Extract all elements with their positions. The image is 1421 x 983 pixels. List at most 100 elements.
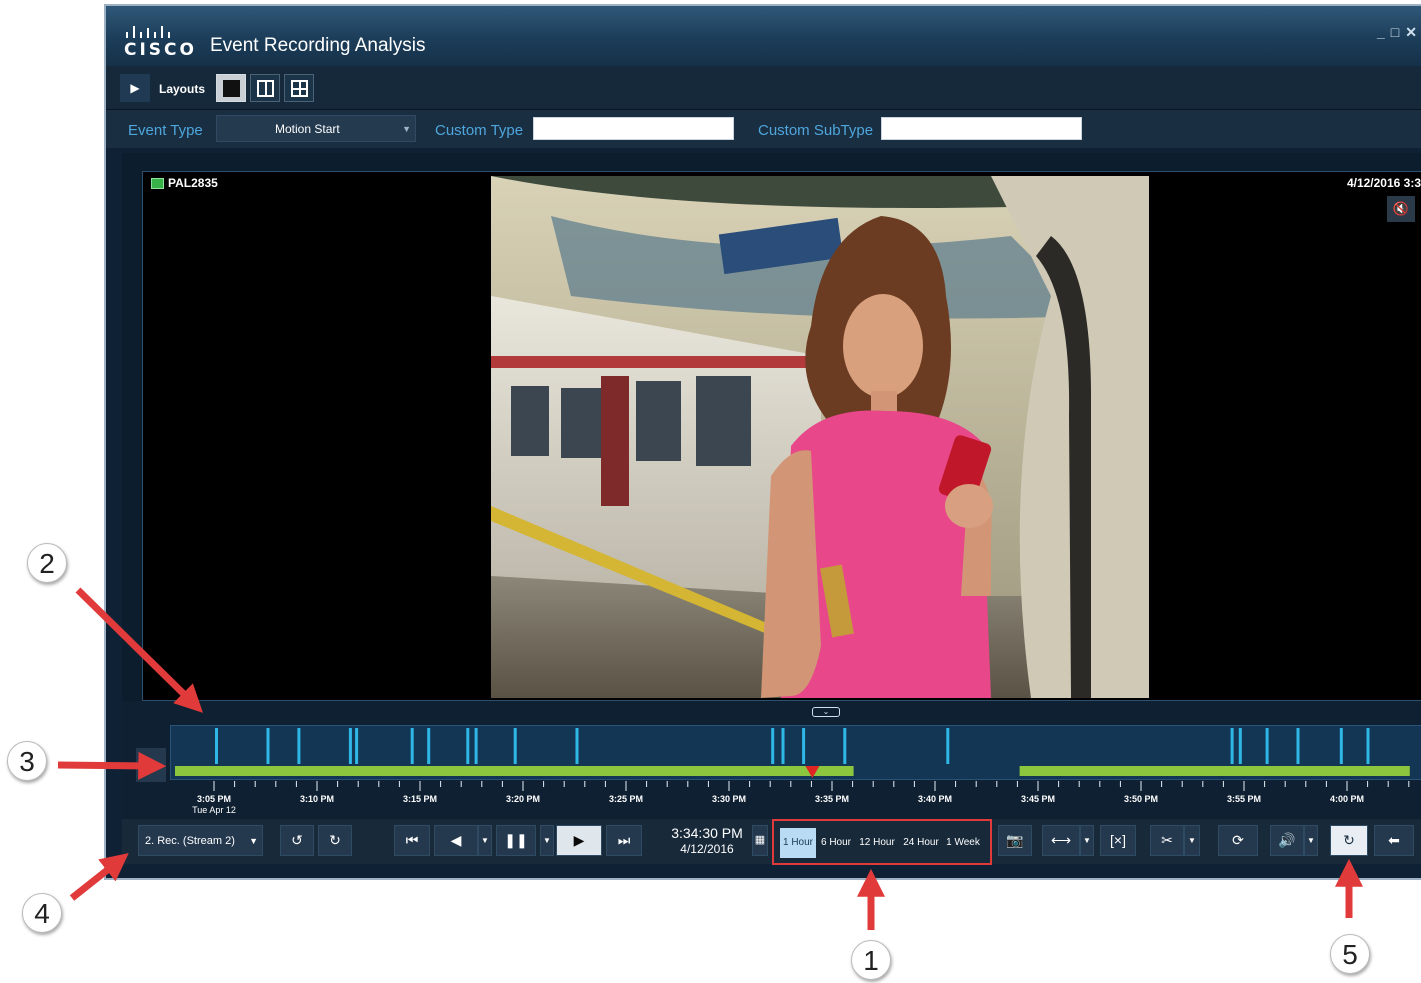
event-marker[interactable] — [1339, 728, 1343, 764]
tick-label: 3:35 PM — [814, 794, 849, 804]
speaker-icon: 🔊 — [1278, 832, 1296, 848]
span-6-hour[interactable]: 6 Hour — [818, 828, 854, 858]
tick-label: 3:20 PM — [505, 794, 540, 804]
clip-button[interactable]: ✂ — [1150, 825, 1184, 856]
tick-label: 3:30 PM — [711, 794, 746, 804]
span-24-hour[interactable]: 24 Hour — [900, 828, 942, 858]
timeline-scroll-left-button[interactable] — [136, 748, 166, 782]
title-bar: CISCO Event Recording Analysis _ □ ✕ — [106, 6, 1421, 66]
event-marker[interactable] — [266, 728, 270, 764]
play-button[interactable]: ▶ — [556, 825, 602, 856]
event-marker[interactable] — [1230, 728, 1234, 764]
video-tile[interactable]: PAL2835 4/12/2016 3:3 🔇 — [142, 171, 1421, 701]
event-marker[interactable] — [355, 728, 359, 764]
clear-selection-button[interactable]: [×] — [1100, 825, 1136, 856]
four-pane-icon — [291, 80, 308, 97]
custom-type-field[interactable] — [533, 117, 734, 140]
event-marker[interactable] — [427, 728, 431, 764]
event-marker[interactable] — [771, 728, 775, 764]
snapshot-button[interactable]: 📷 — [998, 825, 1032, 856]
event-marker[interactable] — [1238, 728, 1242, 764]
skip-back-30-button[interactable]: ↺ — [280, 825, 314, 856]
stream-dropdown[interactable]: 2. Rec. (Stream 2) ▼ — [138, 825, 263, 856]
pause-button[interactable]: ❚❚ — [496, 825, 536, 856]
timeline-date-label: Tue Apr 12 — [192, 805, 236, 815]
span-1-hour[interactable]: 1 Hour — [780, 828, 816, 858]
clock-time: 3:34:30 PM — [671, 825, 743, 841]
volume-button[interactable]: 🔊 — [1270, 825, 1304, 856]
span-12-hour[interactable]: 12 Hour — [856, 828, 898, 858]
event-marker[interactable] — [215, 728, 218, 764]
event-marker[interactable] — [348, 728, 352, 764]
event-marker[interactable] — [1296, 728, 1300, 764]
calendar-icon: ▦ — [754, 834, 766, 846]
back-button[interactable]: ⬅ — [1374, 825, 1414, 856]
span-1-week[interactable]: 1 Week — [944, 828, 982, 858]
camera-name: PAL2835 — [168, 176, 218, 190]
playback-clock: 3:34:30 PM 4/12/2016 — [662, 825, 752, 857]
event-marker[interactable] — [802, 728, 806, 764]
calendar-button[interactable]: ▦ — [752, 825, 768, 856]
speaker-muted-icon: 🔇 — [1392, 201, 1410, 216]
go-to-end-button[interactable]: ⏭ — [606, 825, 642, 856]
collapse-timeline-button[interactable]: ⌄ — [812, 707, 840, 717]
video-area: PAL2835 4/12/2016 3:3 🔇 — [122, 153, 1421, 701]
event-marker[interactable] — [297, 728, 301, 764]
clock-date: 4/12/2016 — [680, 842, 734, 856]
custom-subtype-field[interactable] — [881, 117, 1082, 140]
clip-options-dropdown[interactable]: ▼ — [1184, 825, 1200, 856]
camera-label: PAL2835 — [151, 176, 218, 190]
minimize-button[interactable]: _ — [1377, 24, 1385, 41]
two-pane-icon — [257, 80, 274, 97]
clear-range-icon: [×] — [1110, 832, 1126, 848]
sync-link-button[interactable]: ↻ — [1330, 825, 1368, 856]
event-marker[interactable] — [575, 728, 579, 764]
event-marker[interactable] — [513, 728, 517, 764]
event-marker[interactable] — [1265, 728, 1269, 764]
loop-button[interactable]: ⟳ — [1218, 825, 1258, 856]
event-marker[interactable] — [843, 728, 847, 764]
window-title: Event Recording Analysis — [210, 35, 426, 56]
event-marker[interactable] — [410, 728, 414, 764]
go-to-start-button[interactable]: ⏮ — [394, 825, 430, 856]
layout-two-pane-button[interactable] — [250, 74, 280, 102]
event-marker[interactable] — [474, 728, 478, 764]
timeline-track[interactable] — [170, 725, 1421, 780]
rewind-30-icon: ↺ — [291, 832, 303, 848]
recording-segment-bar[interactable] — [1019, 766, 1410, 776]
layouts-toolbar: ▶ Layouts — [106, 66, 1421, 110]
chevron-down-icon: ⌄ — [822, 707, 830, 716]
repeat-icon: ⟳ — [1232, 832, 1244, 848]
reverse-speed-dropdown[interactable]: ▼ — [478, 825, 492, 856]
step-back-button[interactable]: ◀ — [434, 825, 478, 856]
recording-segment-bar[interactable] — [175, 766, 854, 776]
skip-forward-5-button[interactable]: ↻ — [318, 825, 352, 856]
volume-dropdown[interactable]: ▼ — [1304, 825, 1318, 856]
event-marker[interactable] — [466, 728, 470, 764]
event-marker[interactable] — [1366, 728, 1370, 764]
layouts-expand-button[interactable]: ▶ — [120, 74, 150, 102]
maximize-button[interactable]: □ — [1391, 24, 1399, 41]
layout-single-button[interactable] — [216, 74, 246, 102]
tick-label: 3:25 PM — [608, 794, 643, 804]
play-speed-dropdown[interactable]: ▼ — [540, 825, 554, 856]
callout-number-1: 1 — [851, 940, 891, 980]
tick-label: 3:55 PM — [1226, 794, 1261, 804]
callout-number-5: 5 — [1330, 934, 1370, 974]
chevron-down-icon: ▼ — [1083, 836, 1091, 845]
chevron-down-icon: ▼ — [1188, 836, 1196, 845]
mute-button[interactable]: 🔇 — [1387, 196, 1415, 222]
callout-number-2: 2 — [27, 543, 67, 583]
event-marker[interactable] — [781, 728, 785, 764]
event-type-dropdown[interactable]: Motion Start ▼ — [216, 115, 416, 142]
skip-to-end-icon: ⏭ — [617, 832, 631, 848]
scissors-icon: ✂ — [1161, 832, 1173, 848]
layout-four-pane-button[interactable] — [284, 74, 314, 102]
tick-label: 4:00 PM — [1329, 794, 1364, 804]
close-button[interactable]: ✕ — [1405, 24, 1417, 41]
screenshot-stage: CISCO Event Recording Analysis _ □ ✕ ▶ L… — [0, 0, 1421, 983]
event-marker[interactable] — [946, 728, 950, 764]
camera-icon: 📷 — [1006, 832, 1024, 848]
fit-timeline-button[interactable]: ⟷ — [1042, 825, 1080, 856]
fit-options-dropdown[interactable]: ▼ — [1080, 825, 1094, 856]
